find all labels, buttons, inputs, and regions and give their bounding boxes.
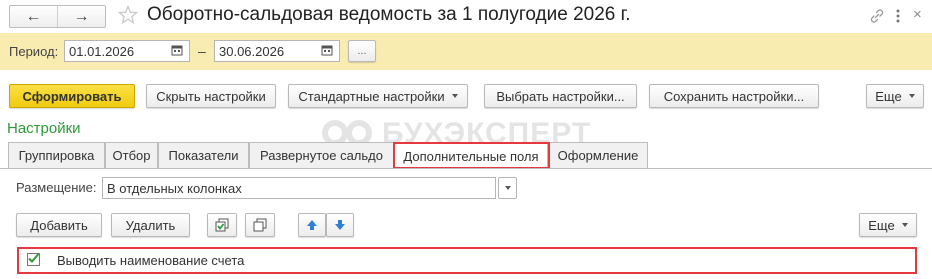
chevron-down-icon	[504, 186, 511, 190]
choose-settings-button[interactable]: Выбрать настройки...	[484, 84, 637, 108]
placement-select[interactable]: В отдельных колонках	[102, 177, 496, 199]
tab-indicators[interactable]: Показатели	[158, 142, 249, 168]
check-all-button[interactable]	[207, 213, 237, 237]
save-settings-button[interactable]: Сохранить настройки...	[649, 84, 819, 108]
add-label: Добавить	[30, 217, 88, 233]
move-down-button[interactable]	[326, 213, 354, 237]
period-to-value: 30.06.2026	[219, 43, 285, 59]
arrow-up-icon	[307, 220, 317, 230]
tab-label: Оформление	[557, 148, 639, 163]
period-from-value: 01.01.2026	[69, 43, 135, 59]
forward-button[interactable]: →	[58, 6, 105, 27]
chevron-down-icon	[451, 94, 458, 98]
link-icon[interactable]	[869, 8, 885, 24]
list-more-label: Еще	[868, 217, 895, 233]
more-label: Еще	[875, 88, 902, 104]
placement-value: В отдельных колонках	[107, 180, 242, 196]
calendar-icon[interactable]	[321, 44, 333, 56]
period-choose-button[interactable]: ...	[348, 40, 376, 62]
standard-settings-label: Стандартные настройки	[298, 88, 445, 104]
tab-label: Отбор	[112, 148, 151, 163]
tab-expanded-balance[interactable]: Развернутое сальдо	[249, 142, 394, 168]
kebab-icon[interactable]	[893, 8, 903, 24]
uncheck-all-button[interactable]	[245, 213, 275, 237]
tab-label: Развернутое сальдо	[260, 148, 383, 163]
uncheck-all-icon	[253, 218, 267, 232]
generate-label: Сформировать	[22, 88, 122, 104]
move-up-button[interactable]	[298, 213, 326, 237]
period-label: Период:	[9, 44, 59, 59]
save-settings-label: Сохранить настройки...	[663, 88, 805, 104]
generate-button[interactable]: Сформировать	[9, 84, 135, 108]
close-icon[interactable]: ×	[913, 6, 922, 23]
delete-label: Удалить	[125, 217, 176, 233]
tab-grouping[interactable]: Группировка	[8, 142, 105, 168]
nav-group: ← →	[9, 5, 106, 28]
tab-label: Группировка	[18, 148, 95, 163]
list-more-button[interactable]: Еще	[859, 213, 917, 237]
more-button[interactable]: Еще	[866, 84, 924, 108]
field-label: Выводить наименование счета	[57, 253, 245, 268]
settings-title: Настройки	[7, 120, 81, 137]
field-checkbox[interactable]	[27, 253, 40, 266]
back-button[interactable]: ←	[10, 6, 58, 27]
calendar-icon[interactable]	[171, 44, 183, 56]
checkmark-icon	[28, 253, 40, 263]
chevron-down-icon	[908, 94, 915, 98]
hide-settings-label: Скрыть настройки	[156, 88, 266, 104]
tab-filter[interactable]: Отбор	[105, 142, 158, 168]
hide-settings-button[interactable]: Скрыть настройки	[146, 84, 276, 108]
window-title: Оборотно-сальдовая ведомость за 1 полуго…	[147, 4, 631, 25]
check-all-icon	[215, 218, 229, 232]
standard-settings-dropdown[interactable]: Стандартные настройки	[288, 84, 468, 108]
star-outline-icon[interactable]	[117, 4, 139, 25]
period-dash: –	[198, 43, 206, 59]
placement-label: Размещение:	[16, 180, 97, 195]
tab-highlight	[393, 142, 550, 169]
add-button[interactable]: Добавить	[16, 213, 102, 237]
placement-dropdown-button[interactable]	[498, 177, 517, 199]
arrow-down-icon	[335, 220, 345, 230]
delete-button[interactable]: Удалить	[111, 213, 190, 237]
chevron-down-icon	[901, 223, 908, 227]
tab-label: Показатели	[168, 148, 239, 163]
tab-formatting[interactable]: Оформление	[548, 142, 648, 168]
choose-settings-label: Выбрать настройки...	[496, 88, 625, 104]
